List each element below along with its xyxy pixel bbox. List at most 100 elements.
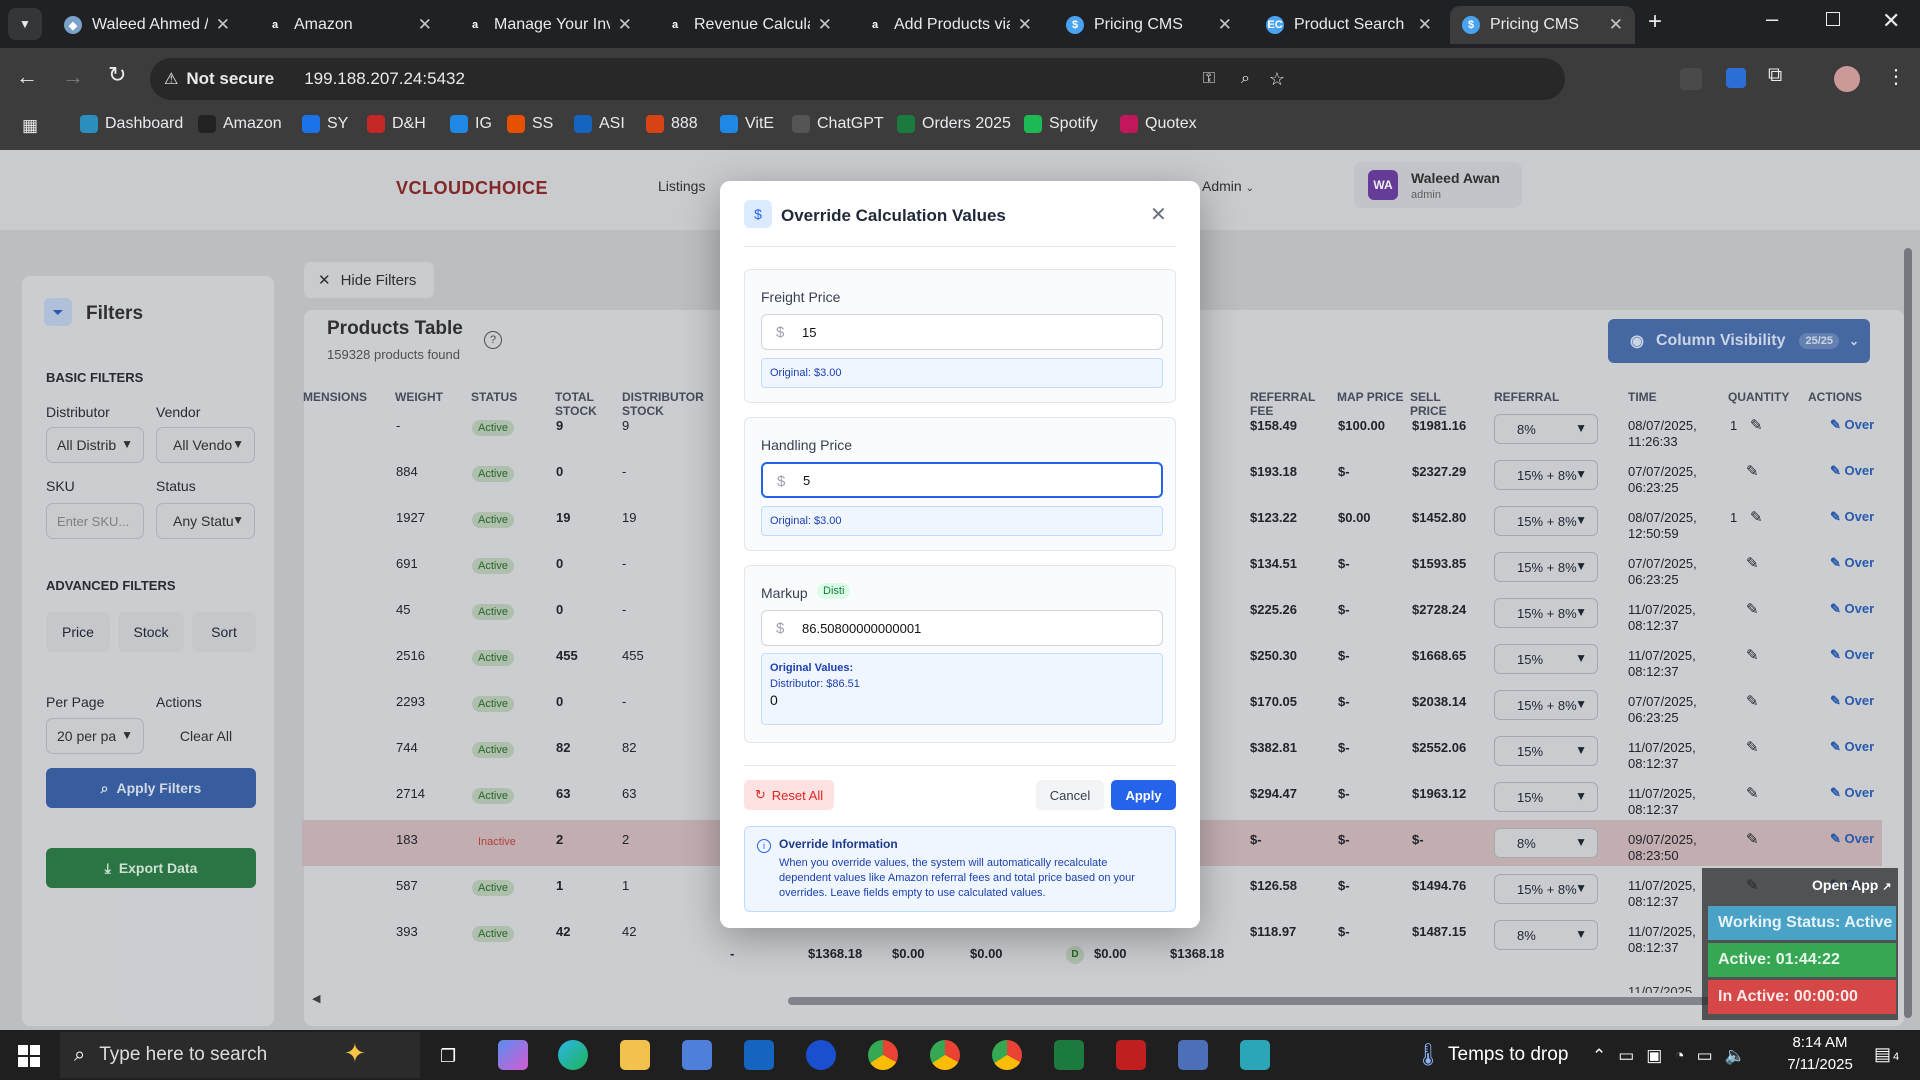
profile-avatar[interactable] [1834, 66, 1860, 92]
taskbar-search[interactable]: ⌕ Type here to search [60, 1032, 420, 1078]
reset-all-button[interactable]: ↻ Reset All [744, 780, 834, 810]
markup-label: Markup [761, 585, 808, 601]
new-tab-button[interactable]: + [1648, 8, 1662, 36]
system-tray[interactable]: ⌃▭▣◔▭🔈 [1592, 1046, 1758, 1066]
bookmark-d-h[interactable]: D&H [367, 114, 426, 134]
external-link-icon: ↗ [1882, 881, 1892, 893]
file-explorer-icon[interactable] [620, 1040, 650, 1070]
888-icon [646, 115, 664, 133]
browser-tab[interactable]: a Manage Your Inv ✕ [454, 6, 644, 44]
tab-title: Waleed Ahmed / [92, 16, 208, 33]
bookmark-label: 888 [671, 115, 698, 132]
windows-start-icon[interactable] [18, 1045, 40, 1067]
bookmark-ss[interactable]: SS [507, 114, 553, 134]
browser-tab[interactable]: ◆ Waleed Ahmed / ✕ [52, 6, 242, 44]
markup-original: Original Values: Distributor: $86.51 0 [761, 653, 1163, 725]
sparkle-icon[interactable]: ✦ [344, 1038, 366, 1069]
url-text: 199.188.207.24:5432 [304, 69, 465, 88]
browser-tab[interactable]: a Amazon ✕ [254, 6, 444, 44]
browser-tab[interactable]: a Revenue Calculat ✕ [654, 6, 844, 44]
filezilla-icon[interactable] [1116, 1040, 1146, 1070]
markup-input[interactable]: $86.50800000000001 [761, 610, 1163, 646]
zoom-icon[interactable]: ⌕ [1241, 70, 1250, 88]
dh-icon [367, 115, 385, 133]
dollar-icon: $ [1066, 16, 1084, 34]
bookmark-label: Quotex [1145, 115, 1197, 132]
chrome-icon[interactable] [930, 1040, 960, 1070]
close-icon[interactable]: ✕ [1418, 15, 1432, 35]
excel-icon [897, 115, 915, 133]
edge-icon[interactable] [558, 1040, 588, 1070]
bookmark-vite[interactable]: VitE [720, 114, 774, 134]
puzzle-icon[interactable]: ⧉ [1768, 64, 1782, 87]
forward-icon[interactable]: → [62, 64, 84, 90]
start-icon-tile [18, 1057, 28, 1067]
close-icon[interactable]: ✕ [818, 15, 832, 35]
clock-time[interactable]: 8:14 AM [1780, 1034, 1860, 1051]
browser-tab[interactable]: $ Pricing CMS ✕ [1054, 6, 1244, 44]
apply-button[interactable]: Apply [1111, 780, 1176, 810]
weather-text[interactable]: Temps to drop [1448, 1044, 1568, 1066]
bookmark-spotify[interactable]: Spotify [1024, 114, 1098, 134]
freight-input[interactable]: $15 [761, 314, 1163, 350]
asi-icon [574, 115, 592, 133]
cancel-button[interactable]: Cancel [1036, 780, 1104, 810]
browser-tab[interactable]: a Add Products via ✕ [854, 6, 1044, 44]
apps-grid-icon[interactable]: ▦ [22, 116, 38, 136]
open-app-link[interactable]: Open App ↗ [1812, 877, 1891, 893]
bookmark-orders-2025[interactable]: Orders 2025 [897, 114, 1011, 134]
working-status: Working Status: Active [1708, 906, 1896, 940]
chrome-icon[interactable] [992, 1040, 1022, 1070]
excel-icon[interactable] [1054, 1040, 1084, 1070]
bookmark-label: Amazon [223, 115, 282, 132]
browser-tab[interactable]: $ Pricing CMS ✕ [1450, 6, 1635, 44]
bookmark-quotex[interactable]: Quotex [1120, 114, 1197, 134]
chrome-icon[interactable] [868, 1040, 898, 1070]
outlook-icon[interactable] [744, 1040, 774, 1070]
bookmark-888[interactable]: 888 [646, 114, 698, 134]
dollar-icon [720, 115, 738, 133]
back-icon[interactable]: ← [16, 64, 38, 90]
tab-search-button[interactable]: ▼ [8, 8, 42, 40]
calculator-icon[interactable] [1178, 1040, 1208, 1070]
copilot-icon[interactable] [498, 1040, 528, 1070]
close-icon[interactable]: ✕ [618, 15, 632, 35]
freight-label: Freight Price [761, 289, 841, 305]
bookmark-label: SY [327, 115, 349, 132]
key-icon[interactable]: ⚿ [1203, 70, 1215, 88]
close-icon[interactable]: ✕ [216, 15, 230, 35]
reload-icon[interactable]: ↻ [108, 62, 126, 88]
handling-value: 5 [803, 472, 811, 488]
close-icon[interactable]: ✕ [1609, 15, 1623, 35]
browser-tab[interactable]: EC Product Search F ✕ [1254, 6, 1444, 44]
handling-input[interactable]: $5 [761, 462, 1163, 498]
close-window-button[interactable]: ✕ [1882, 8, 1900, 34]
info-icon: i [757, 839, 771, 853]
bookmark-chatgpt[interactable]: ChatGPT [792, 114, 884, 134]
minimize-button[interactable]: – [1766, 6, 1778, 32]
close-icon[interactable]: ✕ [1018, 15, 1032, 35]
bookmark-sy[interactable]: SY [302, 114, 348, 134]
address-bar[interactable]: ⚠ Not secure 199.188.207.24:5432 ⚿ ⌕ ☆ [150, 58, 1565, 100]
star-icon[interactable]: ☆ [1269, 69, 1285, 90]
app-icon[interactable] [1240, 1040, 1270, 1070]
tab-title: Product Search F [1294, 16, 1410, 33]
extension-icon[interactable] [1680, 68, 1702, 90]
extension-icon[interactable] [1726, 68, 1746, 88]
store-icon[interactable] [682, 1040, 712, 1070]
tab-title: Manage Your Inv [494, 16, 610, 33]
notification-icon[interactable]: ▤ 4 [1874, 1044, 1899, 1065]
bookmark-amazon[interactable]: Amazon [198, 114, 282, 134]
bookmark-ig[interactable]: IG [450, 114, 492, 134]
task-view-icon[interactable]: ❐ [440, 1046, 456, 1067]
modal-divider [744, 765, 1176, 766]
clock-date[interactable]: 7/11/2025 [1770, 1056, 1870, 1073]
bookmark-asi[interactable]: ASI [574, 114, 625, 134]
maximize-button[interactable] [1826, 12, 1840, 26]
menu-icon[interactable]: ⋮ [1886, 64, 1906, 89]
close-icon[interactable]: ✕ [1218, 15, 1232, 35]
close-icon[interactable]: ✕ [418, 15, 432, 35]
app-icon[interactable] [806, 1040, 836, 1070]
close-icon[interactable]: ✕ [1150, 202, 1167, 227]
bookmark-dashboard[interactable]: Dashboard [80, 114, 183, 134]
